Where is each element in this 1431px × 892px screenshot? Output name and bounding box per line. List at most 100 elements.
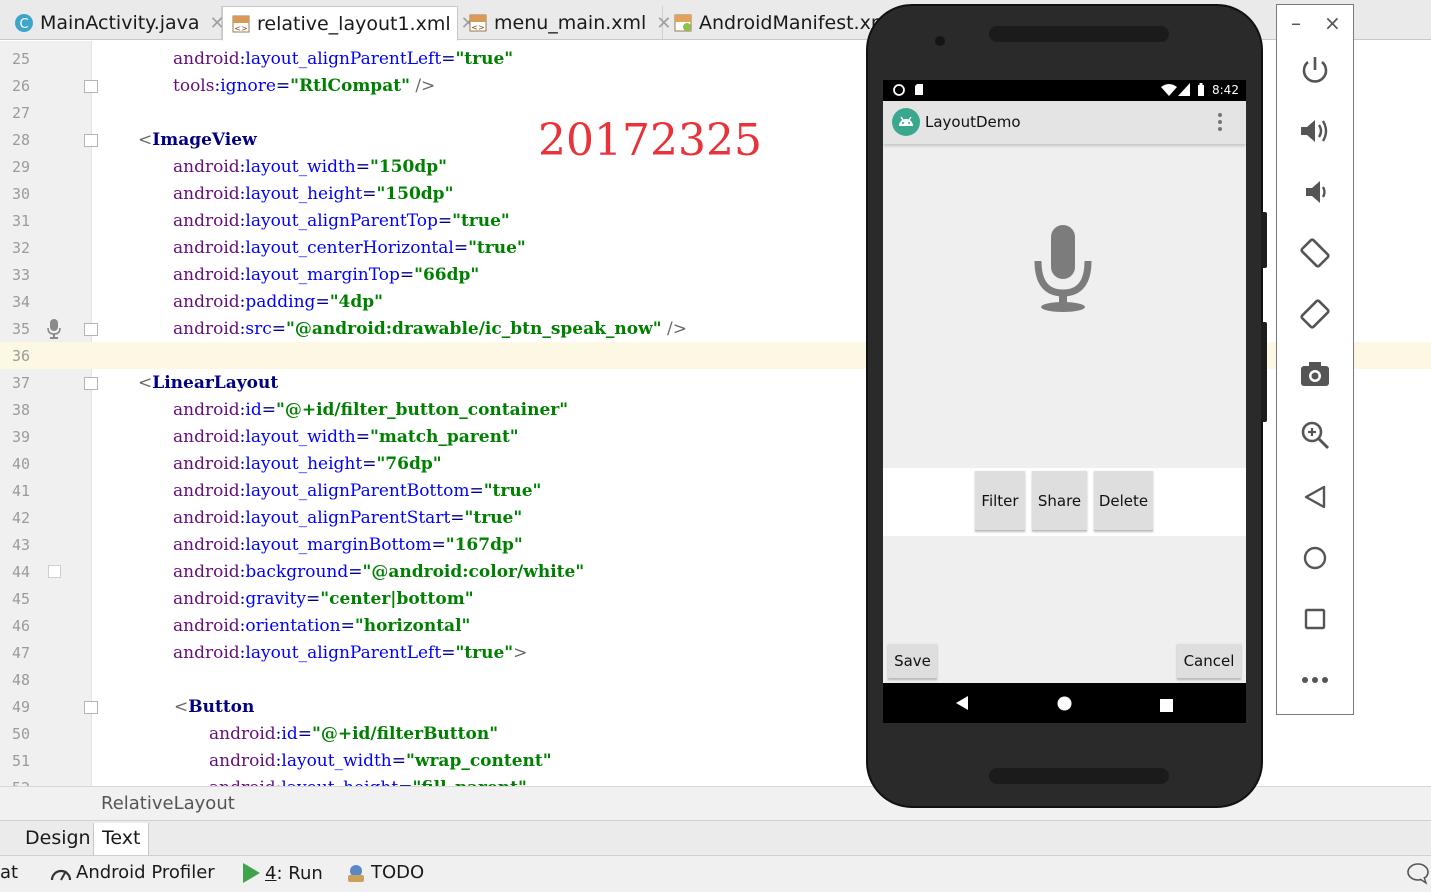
fold-marker[interactable] <box>84 323 98 336</box>
tab-label: AndroidManifest.xml <box>699 12 895 34</box>
close-panel-button[interactable]: × <box>1324 11 1341 35</box>
layout-editor-mode-tabs: Design Text <box>0 820 1431 856</box>
line-number: 38 <box>12 401 31 419</box>
delete-button[interactable]: Delete <box>1094 471 1153 531</box>
line-number: 35 <box>12 320 31 338</box>
overflow-menu-icon[interactable] <box>1217 112 1223 136</box>
tab-design[interactable]: Design <box>17 823 99 855</box>
line-number: 30 <box>12 185 31 203</box>
line-number: 27 <box>12 104 31 122</box>
code-text: android:gravity="center|bottom" <box>173 589 474 609</box>
line-number: 33 <box>12 266 31 284</box>
tool-window-bar: at Android Profiler 4 : Run TODO <box>0 856 1431 892</box>
nav-home-icon[interactable] <box>1057 696 1072 715</box>
nav-back-icon[interactable] <box>955 695 969 715</box>
line-number: 50 <box>12 725 31 743</box>
code-text: <ImageView <box>138 130 257 150</box>
color-swatch-icon[interactable] <box>48 565 61 578</box>
fold-marker[interactable] <box>84 80 98 93</box>
line-number: 29 <box>12 158 31 176</box>
volume-up-icon[interactable] <box>1296 112 1334 150</box>
line-number: 28 <box>12 131 31 149</box>
tab-label: MainActivity.java <box>40 12 200 34</box>
notification-dot-icon <box>893 84 905 99</box>
android-navigation-bar <box>883 683 1246 723</box>
tab-relative-layout1-xml[interactable]: <> relative_layout1.xml ✕ <box>222 6 476 41</box>
wifi-icon <box>1161 84 1177 99</box>
line-number: 36 <box>12 347 31 365</box>
microphone-gutter-icon[interactable] <box>45 318 63 340</box>
home-icon[interactable] <box>1296 539 1334 577</box>
code-text: tools:ignore="RtlCompat" /> <box>173 76 436 96</box>
more-icon[interactable] <box>1296 661 1334 699</box>
code-text: android:layout_alignParentLeft="true" <box>173 49 514 69</box>
line-number: 41 <box>12 482 31 500</box>
code-text: android:layout_height="fill_parent" <box>209 778 527 786</box>
tab-text[interactable]: Text <box>93 823 150 855</box>
toolbar-item-truncated[interactable]: at <box>0 862 18 883</box>
line-number: 47 <box>12 644 31 662</box>
code-text: android:layout_alignParentBottom="true" <box>173 481 542 501</box>
rotate-left-icon[interactable] <box>1296 234 1334 272</box>
line-number: 26 <box>12 77 31 95</box>
line-number: 48 <box>12 671 31 689</box>
code-text: android:src="@android:drawable/ic_btn_sp… <box>173 319 687 339</box>
todo-button[interactable]: TODO <box>345 862 424 883</box>
code-text: android:background="@android:color/white… <box>173 562 585 582</box>
cell-signal-icon <box>1178 83 1190 99</box>
minimize-button[interactable]: – <box>1291 11 1301 35</box>
volume-down-icon[interactable] <box>1296 173 1334 211</box>
layout-xml-icon: <> <box>468 13 488 33</box>
line-number: 44 <box>12 563 31 581</box>
line-number: 32 <box>12 239 31 257</box>
android-profiler-button[interactable]: Android Profiler <box>50 862 215 883</box>
camera-icon[interactable] <box>1296 355 1334 393</box>
code-text: android:layout_width="wrap_content" <box>209 751 552 771</box>
rotate-right-icon[interactable] <box>1296 295 1334 333</box>
code-text: android:layout_height="150dp" <box>173 184 454 204</box>
volume-hardware-button <box>1261 322 1267 422</box>
layout-xml-icon: <> <box>231 14 251 34</box>
tab-menu-main-xml[interactable]: <> menu_main.xml ✕ <box>460 6 671 40</box>
power-icon[interactable] <box>1296 51 1334 89</box>
zoom-icon[interactable] <box>1296 416 1334 454</box>
line-number: 40 <box>12 455 31 473</box>
breadcrumb-item[interactable]: RelativeLayout <box>101 793 235 814</box>
toolbar-label: Android Profiler <box>76 862 215 883</box>
code-text: android:id="@+id/filter_button_container… <box>173 400 569 420</box>
overview-icon[interactable] <box>1296 600 1334 638</box>
tab-mainactivity-java[interactable]: C MainActivity.java ✕ <box>6 6 225 40</box>
fold-marker[interactable] <box>84 134 98 147</box>
toolbar-label: at <box>0 862 19 883</box>
fold-marker[interactable] <box>84 377 98 390</box>
emulator-controls-panel: – × <box>1276 4 1354 715</box>
android-app-icon <box>892 108 920 140</box>
save-button[interactable]: Save <box>888 644 937 679</box>
share-button[interactable]: Share <box>1032 471 1087 531</box>
microphone-icon <box>1033 221 1093 317</box>
code-text: android:layout_marginBottom="167dp" <box>173 535 523 555</box>
battery-icon <box>1197 83 1205 100</box>
line-number: 43 <box>12 536 31 554</box>
line-number: 49 <box>12 698 31 716</box>
chat-bubble-icon[interactable] <box>1406 860 1431 889</box>
code-text: android:orientation="horizontal" <box>173 616 471 636</box>
front-camera <box>935 36 945 46</box>
filter-button[interactable]: Filter <box>975 471 1025 531</box>
back-icon[interactable] <box>1296 478 1334 516</box>
app-action-bar: LayoutDemo <box>883 101 1246 144</box>
line-number: 34 <box>12 293 31 311</box>
fold-marker[interactable] <box>84 701 98 714</box>
run-icon <box>241 862 261 884</box>
nav-overview-icon[interactable] <box>1160 697 1173 716</box>
manifest-icon <box>673 13 693 33</box>
code-text: android:layout_alignParentStart="true" <box>173 508 523 528</box>
java-class-icon: C <box>14 13 34 33</box>
toolbar-shortcut-number: 4 <box>265 862 277 884</box>
line-number: 45 <box>12 590 31 608</box>
toolbar-label: TODO <box>371 862 425 883</box>
emulator-screen[interactable]: 8:42 LayoutDemo Filter Share Delete Save… <box>883 80 1246 723</box>
toolbar-label: : Run <box>276 862 323 884</box>
cancel-button[interactable]: Cancel <box>1177 644 1241 679</box>
run-button[interactable]: 4 : Run <box>241 862 323 884</box>
